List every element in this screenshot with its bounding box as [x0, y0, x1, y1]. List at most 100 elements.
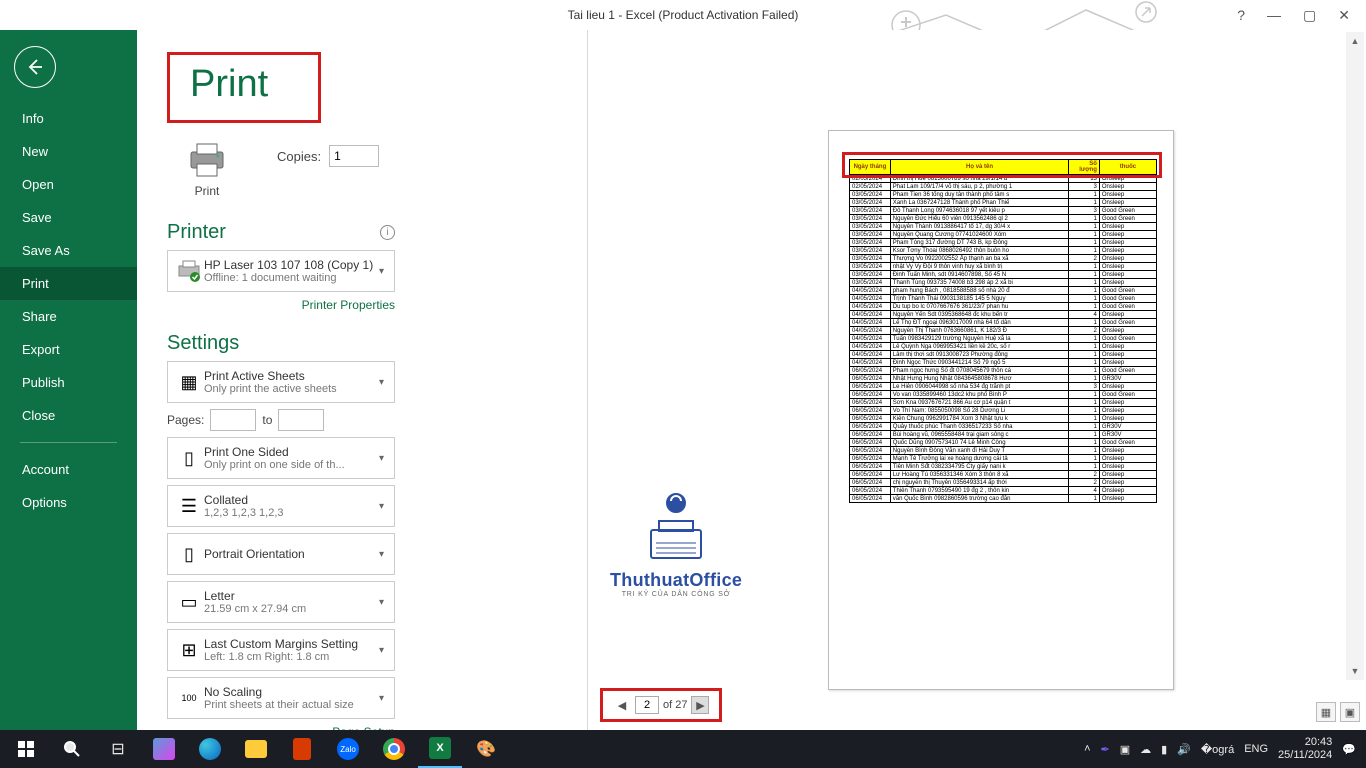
- orientation-icon: ▯: [174, 539, 204, 569]
- margins-select[interactable]: ⊞ Last Custom Margins SettingLeft: 1.8 c…: [167, 629, 395, 671]
- tb-app-edge[interactable]: [188, 730, 232, 768]
- watermark: ThuthuatOffice TRI KỶ CỦA DÂN CÔNG SỞ: [610, 485, 742, 598]
- orientation-select[interactable]: ▯ Portrait Orientation ▾: [167, 533, 395, 575]
- chevron-down-icon: ▾: [375, 377, 388, 388]
- collate-title: Collated: [204, 493, 375, 507]
- sidebar-divider: [20, 442, 117, 443]
- sidebar-item-info[interactable]: Info: [0, 102, 137, 135]
- sidebar-item-publish[interactable]: Publish: [0, 366, 137, 399]
- help-icon[interactable]: ?: [1237, 7, 1245, 23]
- current-page-input[interactable]: [635, 696, 659, 714]
- print-preview-area: ThuthuatOffice TRI KỶ CỦA DÂN CÔNG SỞ Ng…: [587, 30, 1366, 730]
- pages-to-label: to: [262, 413, 272, 427]
- chevron-down-icon: ▾: [375, 693, 388, 704]
- tray-battery-icon[interactable]: ▮: [1161, 743, 1167, 756]
- printer-icon: [186, 142, 228, 178]
- tray-onedrive-icon[interactable]: ☁: [1140, 743, 1151, 756]
- collate-sub: 1,2,3 1,2,3 1,2,3: [204, 507, 375, 519]
- sidebar-item-account[interactable]: Account: [0, 453, 137, 486]
- scaling-title: No Scaling: [204, 685, 375, 699]
- tray-language[interactable]: ENG: [1244, 743, 1268, 755]
- search-button[interactable]: [50, 730, 94, 768]
- tray-volume-icon[interactable]: 🔊: [1177, 743, 1191, 756]
- scaling-select[interactable]: 100 No ScalingPrint sheets at their actu…: [167, 677, 395, 719]
- tb-app-copilot[interactable]: [142, 730, 186, 768]
- tray-clock[interactable]: 20:43 25/11/2024: [1278, 736, 1332, 762]
- sidebar-item-close[interactable]: Close: [0, 399, 137, 432]
- tb-app-chrome[interactable]: [372, 730, 416, 768]
- sidebar-item-print[interactable]: Print: [0, 267, 137, 300]
- show-margins-button[interactable]: ▦: [1316, 702, 1336, 722]
- printer-select[interactable]: HP Laser 103 107 108 (Copy 1) Offline: 1…: [167, 250, 395, 292]
- tray-wifi-icon[interactable]: �ográ: [1201, 743, 1234, 756]
- tray-chevron-icon[interactable]: ˄: [1084, 743, 1090, 755]
- tb-app-paint[interactable]: 🎨: [464, 730, 508, 768]
- preview-table: Ngày thángHọ và tênSố lượngthuốc02/05/20…: [849, 159, 1157, 503]
- chevron-down-icon: ▾: [375, 266, 388, 277]
- tb-app-explorer[interactable]: [234, 730, 278, 768]
- tray-app-icon[interactable]: ▣: [1120, 743, 1130, 756]
- paper-size-select[interactable]: ▭ Letter21.59 cm x 27.94 cm ▾: [167, 581, 395, 623]
- heading-highlight: Print: [167, 52, 321, 123]
- sidebar-item-options[interactable]: Options: [0, 486, 137, 519]
- print-button-label: Print: [186, 184, 228, 198]
- pages-to-input[interactable]: [278, 409, 324, 431]
- tb-app-excel[interactable]: X: [418, 730, 462, 768]
- sided-select[interactable]: ▯ Print One SidedOnly print on one side …: [167, 437, 395, 479]
- sided-title: Print One Sided: [204, 445, 375, 459]
- pages-from-input[interactable]: [210, 409, 256, 431]
- minimize-icon[interactable]: —: [1267, 7, 1281, 23]
- sided-sub: Only print on one side of th...: [204, 459, 375, 471]
- tray-feather-icon[interactable]: ✒: [1101, 743, 1110, 756]
- scroll-down-icon[interactable]: ▼: [1346, 662, 1364, 680]
- close-icon[interactable]: ✕: [1338, 7, 1350, 24]
- sidebar-item-export[interactable]: Export: [0, 333, 137, 366]
- preview-scrollbar[interactable]: ▲ ▼: [1346, 32, 1364, 680]
- margins-sub: Left: 1.8 cm Right: 1.8 cm: [204, 651, 375, 663]
- paper-sub: 21.59 cm x 27.94 cm: [204, 603, 375, 615]
- sidebar-item-new[interactable]: New: [0, 135, 137, 168]
- info-icon[interactable]: i: [380, 225, 395, 240]
- back-button[interactable]: [14, 46, 56, 88]
- printer-status-icon: [174, 256, 204, 286]
- watermark-title: ThuthuatOffice: [610, 570, 742, 591]
- sidebar-item-share[interactable]: Share: [0, 300, 137, 333]
- next-page-button[interactable]: ▶: [691, 696, 709, 714]
- copies-label: Copies:: [277, 149, 321, 164]
- task-view-button[interactable]: ⊟: [96, 730, 140, 768]
- chevron-down-icon: ▾: [375, 645, 388, 656]
- page-total-label: of 27: [663, 699, 687, 711]
- windows-taskbar: ⊟ Zalo X 🎨 ˄ ✒ ▣ ☁ ▮ 🔊 �ográ ENG 20:43 2…: [0, 730, 1366, 768]
- page-icon: ▯: [174, 443, 204, 473]
- print-button[interactable]: Print: [167, 135, 247, 203]
- backstage-sidebar: InfoNewOpenSaveSave AsPrintShareExportPu…: [0, 30, 137, 730]
- collate-select[interactable]: ☰ Collated1,2,3 1,2,3 1,2,3 ▾: [167, 485, 395, 527]
- start-button[interactable]: [4, 730, 48, 768]
- printer-properties-link[interactable]: Printer Properties: [302, 298, 395, 312]
- copies-input[interactable]: [329, 145, 379, 167]
- pages-label: Pages:: [167, 413, 204, 427]
- orientation-title: Portrait Orientation: [204, 547, 375, 561]
- collate-icon: ☰: [174, 491, 204, 521]
- sidebar-item-save-as[interactable]: Save As: [0, 234, 137, 267]
- margins-icon: ⊞: [174, 635, 204, 665]
- tb-app-zalo[interactable]: Zalo: [326, 730, 370, 768]
- sidebar-item-save[interactable]: Save: [0, 201, 137, 234]
- sidebar-item-open[interactable]: Open: [0, 168, 137, 201]
- paper-icon: ▭: [174, 587, 204, 617]
- prev-page-button[interactable]: ◀: [613, 696, 631, 714]
- zoom-to-page-button[interactable]: ▣: [1340, 702, 1360, 722]
- print-what-title: Print Active Sheets: [204, 369, 375, 383]
- tray-notifications-icon[interactable]: 💬: [1342, 743, 1356, 756]
- print-what-select[interactable]: ▦ Print Active SheetsOnly print the acti…: [167, 361, 395, 403]
- scroll-up-icon[interactable]: ▲: [1346, 32, 1364, 50]
- tb-app-office[interactable]: [280, 730, 324, 768]
- chevron-down-icon: ▾: [375, 597, 388, 608]
- printer-status: Offline: 1 document waiting: [204, 272, 375, 284]
- maximize-icon[interactable]: ▢: [1303, 7, 1316, 24]
- tray-time: 20:43: [1278, 736, 1332, 749]
- sheets-icon: ▦: [174, 367, 204, 397]
- tray-date: 25/11/2024: [1278, 749, 1332, 762]
- printer-section-title: Printer: [167, 221, 226, 244]
- chevron-down-icon: ▾: [375, 453, 388, 464]
